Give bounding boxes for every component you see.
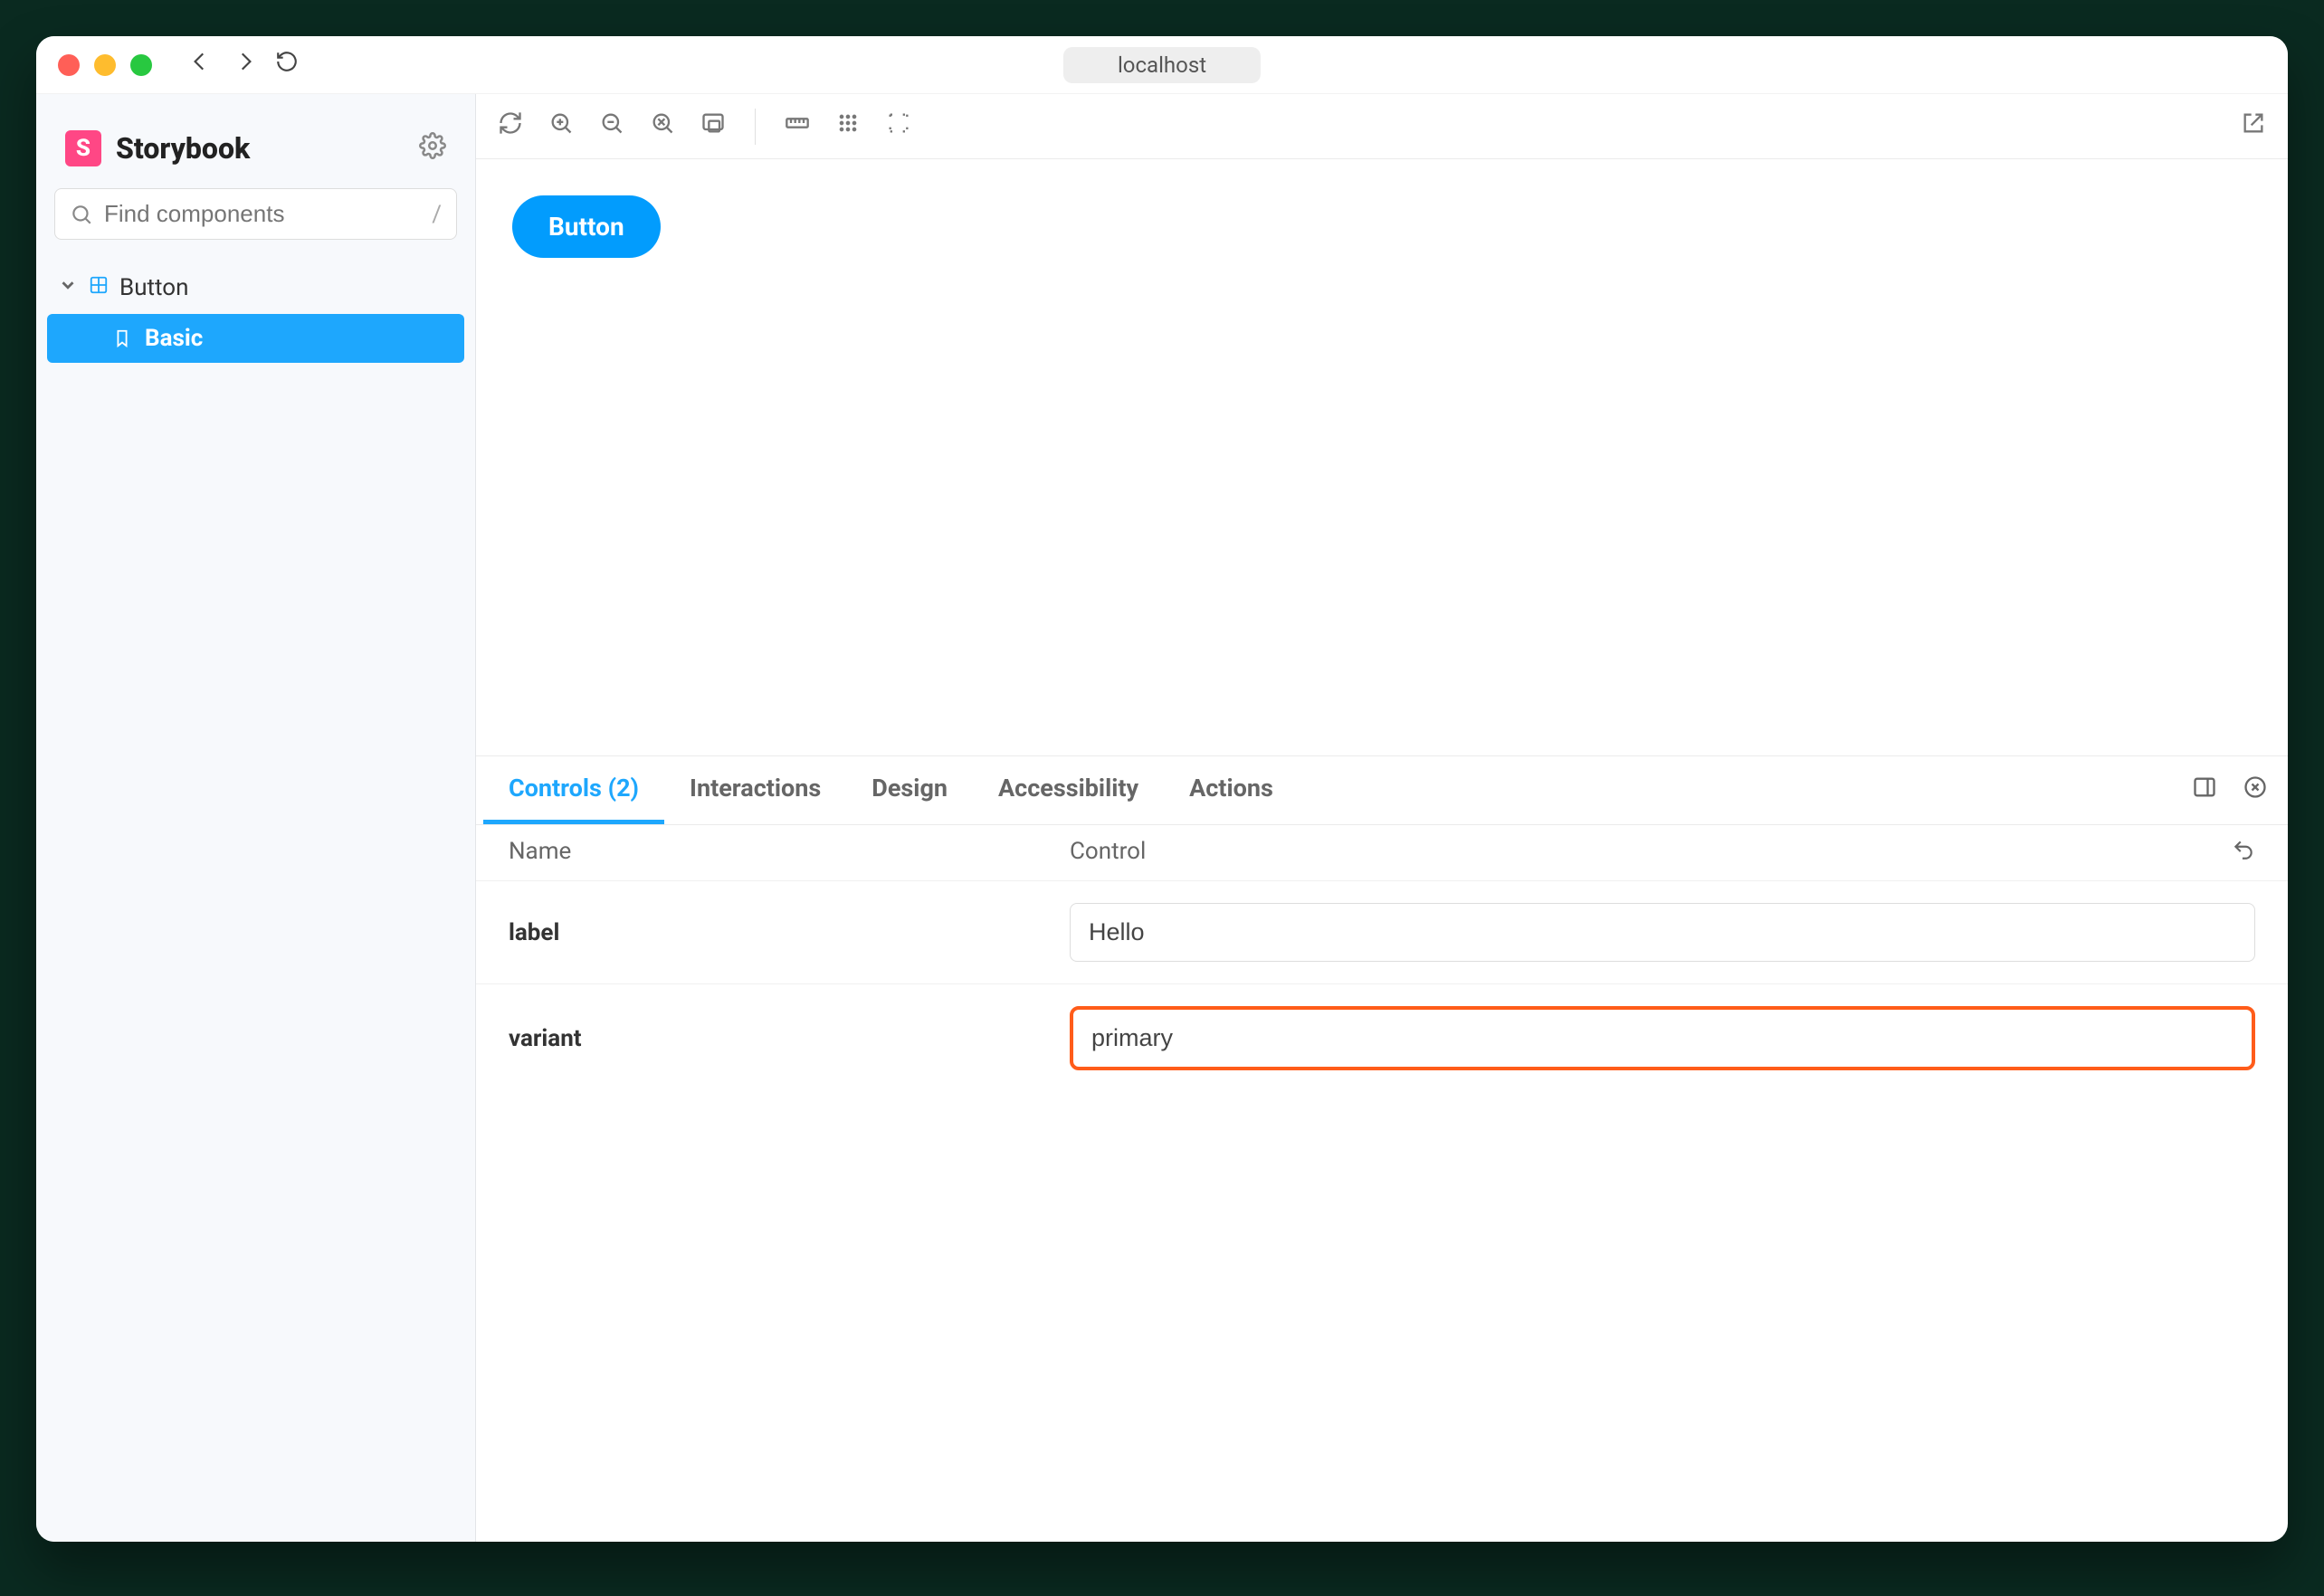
search-shortcut-hint: /: [432, 201, 442, 228]
close-window-button[interactable]: [58, 54, 80, 76]
app-title: Storybook: [116, 131, 250, 166]
search-input[interactable]: [104, 200, 432, 228]
toolbar-divider: [755, 109, 756, 145]
outline-button[interactable]: [886, 110, 911, 142]
sync-button[interactable]: [498, 110, 523, 142]
viewport-icon: [700, 110, 726, 136]
sidebar: S Storybook / Button: [36, 94, 476, 1542]
control-name-variant: variant: [509, 1025, 1070, 1052]
forward-button[interactable]: [233, 50, 257, 80]
component-label: Button: [119, 274, 188, 301]
tab-actions[interactable]: Actions: [1164, 756, 1299, 824]
back-button[interactable]: [188, 50, 212, 80]
ruler-icon: [785, 110, 810, 136]
zoom-reset-button[interactable]: [650, 110, 675, 142]
zoom-in-icon: [548, 110, 574, 136]
sidebar-right-icon: [2192, 774, 2217, 800]
gear-icon: [419, 132, 446, 159]
sync-icon: [498, 110, 523, 136]
tab-design[interactable]: Design: [846, 756, 973, 824]
external-link-icon: [2241, 110, 2266, 136]
tab-interactions[interactable]: Interactions: [664, 756, 846, 824]
reload-button[interactable]: [275, 50, 299, 80]
control-name-label: label: [509, 919, 1070, 946]
search-icon: [70, 203, 93, 226]
grid-icon: [835, 110, 861, 136]
bookmark-icon: [112, 328, 132, 348]
zoom-in-button[interactable]: [548, 110, 574, 142]
panel-orientation-button[interactable]: [2179, 774, 2230, 806]
preview-button-component[interactable]: Button: [512, 195, 661, 258]
canvas-toolbar: [476, 94, 2288, 159]
control-row-label: label: [476, 880, 2288, 983]
viewport-button[interactable]: [700, 110, 726, 142]
window-controls: [58, 54, 152, 76]
story-node-basic[interactable]: Basic: [47, 314, 464, 363]
control-row-variant: variant: [476, 983, 2288, 1092]
close-panel-button[interactable]: [2230, 774, 2281, 806]
address-bar[interactable]: localhost: [1063, 47, 1261, 83]
arrow-left-icon: [188, 50, 212, 73]
story-label: Basic: [145, 325, 203, 352]
close-circle-icon: [2243, 774, 2268, 800]
search-input-container[interactable]: /: [54, 188, 457, 240]
reset-controls-button[interactable]: [2183, 838, 2255, 868]
control-input-variant[interactable]: [1070, 1006, 2255, 1070]
controls-header: Name Control: [476, 825, 2288, 880]
component-icon: [89, 275, 109, 295]
main-panel: Button Controls (2) Interactions Design …: [476, 94, 2288, 1542]
zoom-reset-icon: [650, 110, 675, 136]
control-input-label[interactable]: [1070, 903, 2255, 962]
undo-icon: [2232, 838, 2255, 861]
zoom-out-button[interactable]: [599, 110, 624, 142]
chevron-down-icon: [58, 275, 78, 295]
component-node-button[interactable]: Button: [36, 265, 475, 310]
grid-button[interactable]: [835, 110, 861, 142]
column-name: Name: [509, 838, 1070, 868]
addons-panel: Controls (2) Interactions Design Accessi…: [476, 756, 2288, 1542]
browser-titlebar: localhost: [36, 36, 2288, 94]
addon-tabs: Controls (2) Interactions Design Accessi…: [476, 756, 2288, 825]
open-new-tab-button[interactable]: [2241, 110, 2266, 142]
arrow-right-icon: [233, 50, 257, 73]
tab-accessibility[interactable]: Accessibility: [973, 756, 1164, 824]
minimize-window-button[interactable]: [94, 54, 116, 76]
settings-button[interactable]: [419, 132, 446, 166]
zoom-out-icon: [599, 110, 624, 136]
outline-icon: [886, 110, 911, 136]
browser-window: localhost S Storybook /: [36, 36, 2288, 1542]
measure-button[interactable]: [785, 110, 810, 142]
tab-controls[interactable]: Controls (2): [483, 756, 664, 824]
storybook-logo-icon: S: [65, 130, 101, 166]
column-control: Control: [1070, 838, 2183, 868]
maximize-window-button[interactable]: [130, 54, 152, 76]
preview-canvas: Button: [476, 159, 2288, 756]
reload-icon: [275, 50, 299, 73]
